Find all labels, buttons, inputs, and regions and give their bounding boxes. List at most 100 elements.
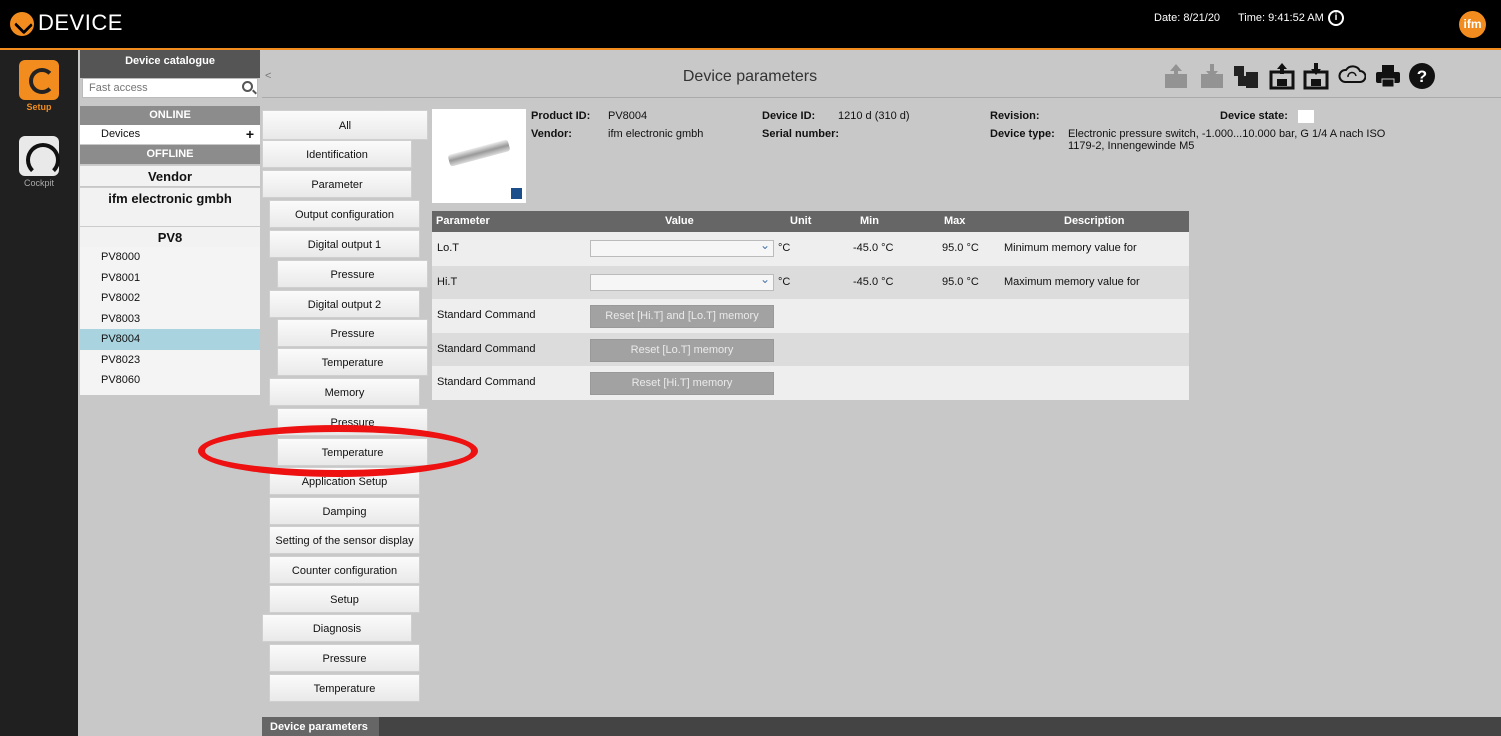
list-item[interactable]: PV8060 bbox=[80, 370, 260, 391]
table-row: Standard Command Reset [Hi.T] and [Lo.T]… bbox=[432, 299, 1189, 333]
list-item[interactable]: PV8003 bbox=[80, 309, 260, 330]
add-device-icon[interactable]: + bbox=[246, 125, 254, 143]
date-display: Date: 8/21/20 bbox=[1154, 12, 1221, 24]
app-logo-icon bbox=[10, 12, 34, 36]
table-header: Parameter Value Unit Min Max Description bbox=[432, 211, 1189, 232]
tree-do2-pressure[interactable]: Pressure bbox=[277, 319, 428, 347]
value-select[interactable] bbox=[590, 272, 774, 291]
tree-digital-output-2[interactable]: Digital output 2 bbox=[269, 290, 420, 318]
tree-diag-temperature[interactable]: Temperature bbox=[269, 674, 420, 702]
device-id-value: 1210 d (310 d) bbox=[838, 110, 910, 122]
svg-text:?: ? bbox=[1417, 67, 1427, 86]
list-item[interactable]: PV8023 bbox=[80, 350, 260, 371]
parameter-cell: Standard Command bbox=[437, 309, 536, 321]
time-display: Time: 9:41:52 AM bbox=[1238, 12, 1324, 24]
column-header: Unit bbox=[790, 215, 812, 227]
parameter-cell: Standard Command bbox=[437, 342, 536, 355]
reset-both-memory-button[interactable]: Reset [Hi.T] and [Lo.T] memory bbox=[590, 305, 774, 328]
tree-do2-temperature[interactable]: Temperature bbox=[277, 348, 428, 376]
tree-label: Pressure bbox=[330, 328, 375, 340]
parameter-table: Parameter Value Unit Min Max Description… bbox=[432, 211, 1189, 400]
reset-lo-memory-button[interactable]: Reset [Lo.T] memory bbox=[590, 338, 774, 362]
tree-all[interactable]: All bbox=[262, 110, 428, 140]
online-section[interactable]: ONLINE bbox=[80, 106, 260, 125]
tree-label: Digital output 2 bbox=[307, 299, 382, 311]
tree-memory[interactable]: Memory bbox=[269, 378, 420, 406]
offline-section[interactable]: OFFLINE bbox=[80, 145, 260, 164]
collapse-panel-icon[interactable]: < bbox=[265, 70, 271, 82]
parameter-cell: Hi.T bbox=[437, 275, 458, 288]
print-icon[interactable] bbox=[1374, 62, 1402, 90]
device-catalogue: Device catalogue ONLINE Devices + OFFLIN… bbox=[80, 50, 260, 736]
tree-label: Parameter bbox=[311, 179, 363, 191]
tree-label: Pressure bbox=[322, 653, 367, 665]
tree-all-label: All bbox=[338, 120, 352, 132]
value-select[interactable] bbox=[590, 238, 774, 257]
download-io-link-icon[interactable] bbox=[1198, 62, 1226, 90]
nav-cockpit[interactable]: Cockpit bbox=[0, 130, 78, 188]
sync-cloud-icon[interactable] bbox=[1338, 62, 1366, 90]
max-cell: 95.0 °C bbox=[942, 242, 979, 254]
column-header: Parameter bbox=[436, 215, 490, 227]
tree-label: Pressure bbox=[330, 417, 375, 429]
left-nav: Setup Cockpit bbox=[0, 50, 78, 736]
device-id-label: Device ID: bbox=[762, 110, 816, 122]
tree-label: Application Setup bbox=[301, 476, 388, 488]
save-download-icon[interactable] bbox=[1302, 62, 1330, 90]
device-state-indicator bbox=[1298, 110, 1314, 123]
content-divider bbox=[262, 97, 1501, 98]
tree-counter-configuration[interactable]: Counter configuration bbox=[269, 556, 420, 584]
column-header: Value bbox=[665, 215, 694, 227]
tree-mem-temperature[interactable]: Temperature bbox=[277, 438, 428, 466]
catalogue-header: Device catalogue bbox=[80, 50, 260, 78]
ifm-logo-icon: ifm bbox=[1459, 11, 1486, 38]
tree-damping[interactable]: Damping bbox=[269, 497, 420, 525]
tree-digital-output-1[interactable]: Digital output 1 bbox=[269, 230, 420, 258]
bottom-tab-bar bbox=[262, 717, 1501, 736]
upload-io-link-icon[interactable] bbox=[1162, 62, 1190, 90]
min-cell: -45.0 °C bbox=[853, 275, 894, 288]
unit-cell: °C bbox=[778, 275, 791, 288]
list-item[interactable]: PV8001 bbox=[80, 268, 260, 289]
tree-sensor-display[interactable]: Setting of the sensor display bbox=[269, 526, 420, 554]
list-item-selected[interactable]: PV8004 bbox=[80, 329, 260, 350]
tree-do1-pressure[interactable]: Pressure bbox=[277, 260, 428, 288]
device-state-label: Device state: bbox=[1220, 110, 1288, 122]
tree-setup[interactable]: Setup bbox=[269, 585, 420, 613]
tree-identification[interactable]: Identification bbox=[262, 140, 412, 168]
external-link-icon[interactable] bbox=[511, 188, 522, 199]
tab-device-parameters[interactable]: Device parameters bbox=[262, 717, 379, 736]
help-icon[interactable]: ? bbox=[1408, 62, 1436, 90]
search-icon[interactable] bbox=[242, 81, 253, 92]
reset-hi-memory-button[interactable]: Reset [Hi.T] memory bbox=[590, 372, 774, 395]
min-cell: -45.0 °C bbox=[853, 242, 894, 254]
table-row: Standard Command Reset [Hi.T] memory bbox=[432, 366, 1189, 400]
tree-label: Memory bbox=[324, 387, 365, 399]
vendor-name[interactable]: ifm electronic gmbh bbox=[80, 187, 260, 227]
tree-diagnosis[interactable]: Diagnosis bbox=[262, 614, 412, 642]
tree-application-setup[interactable]: Application Setup bbox=[269, 467, 420, 495]
vendor-label: Vendor: bbox=[531, 128, 572, 140]
save-upload-icon[interactable] bbox=[1268, 62, 1296, 90]
list-item[interactable]: PV8000 bbox=[80, 247, 260, 268]
nav-setup-label: Setup bbox=[26, 102, 52, 112]
tree-label: Identification bbox=[306, 149, 368, 161]
family-heading[interactable]: PV8 bbox=[80, 226, 260, 247]
tree-label: Digital output 1 bbox=[307, 239, 382, 251]
search-input[interactable] bbox=[83, 79, 233, 97]
vendor-heading[interactable]: Vendor bbox=[80, 165, 260, 186]
info-icon[interactable]: i bbox=[1328, 10, 1344, 26]
devices-item[interactable]: Devices + bbox=[80, 125, 260, 144]
tree-mem-pressure[interactable]: Pressure bbox=[277, 408, 428, 436]
tree-diag-pressure[interactable]: Pressure bbox=[269, 644, 420, 672]
product-id-label: Product ID: bbox=[531, 110, 591, 122]
nav-setup[interactable]: Setup bbox=[0, 54, 78, 112]
column-header: Max bbox=[944, 215, 966, 227]
table-row: Lo.T °C -45.0 °C 95.0 °C Minimum memory … bbox=[432, 232, 1189, 287]
tree-label: Temperature bbox=[321, 447, 384, 459]
parameter-cell: Standard Command bbox=[437, 376, 536, 388]
device-io-link-icon[interactable] bbox=[1232, 62, 1260, 90]
list-item[interactable]: PV8002 bbox=[80, 288, 260, 309]
tree-parameter[interactable]: Parameter bbox=[262, 170, 412, 198]
tree-output-configuration[interactable]: Output configuration bbox=[269, 200, 420, 228]
